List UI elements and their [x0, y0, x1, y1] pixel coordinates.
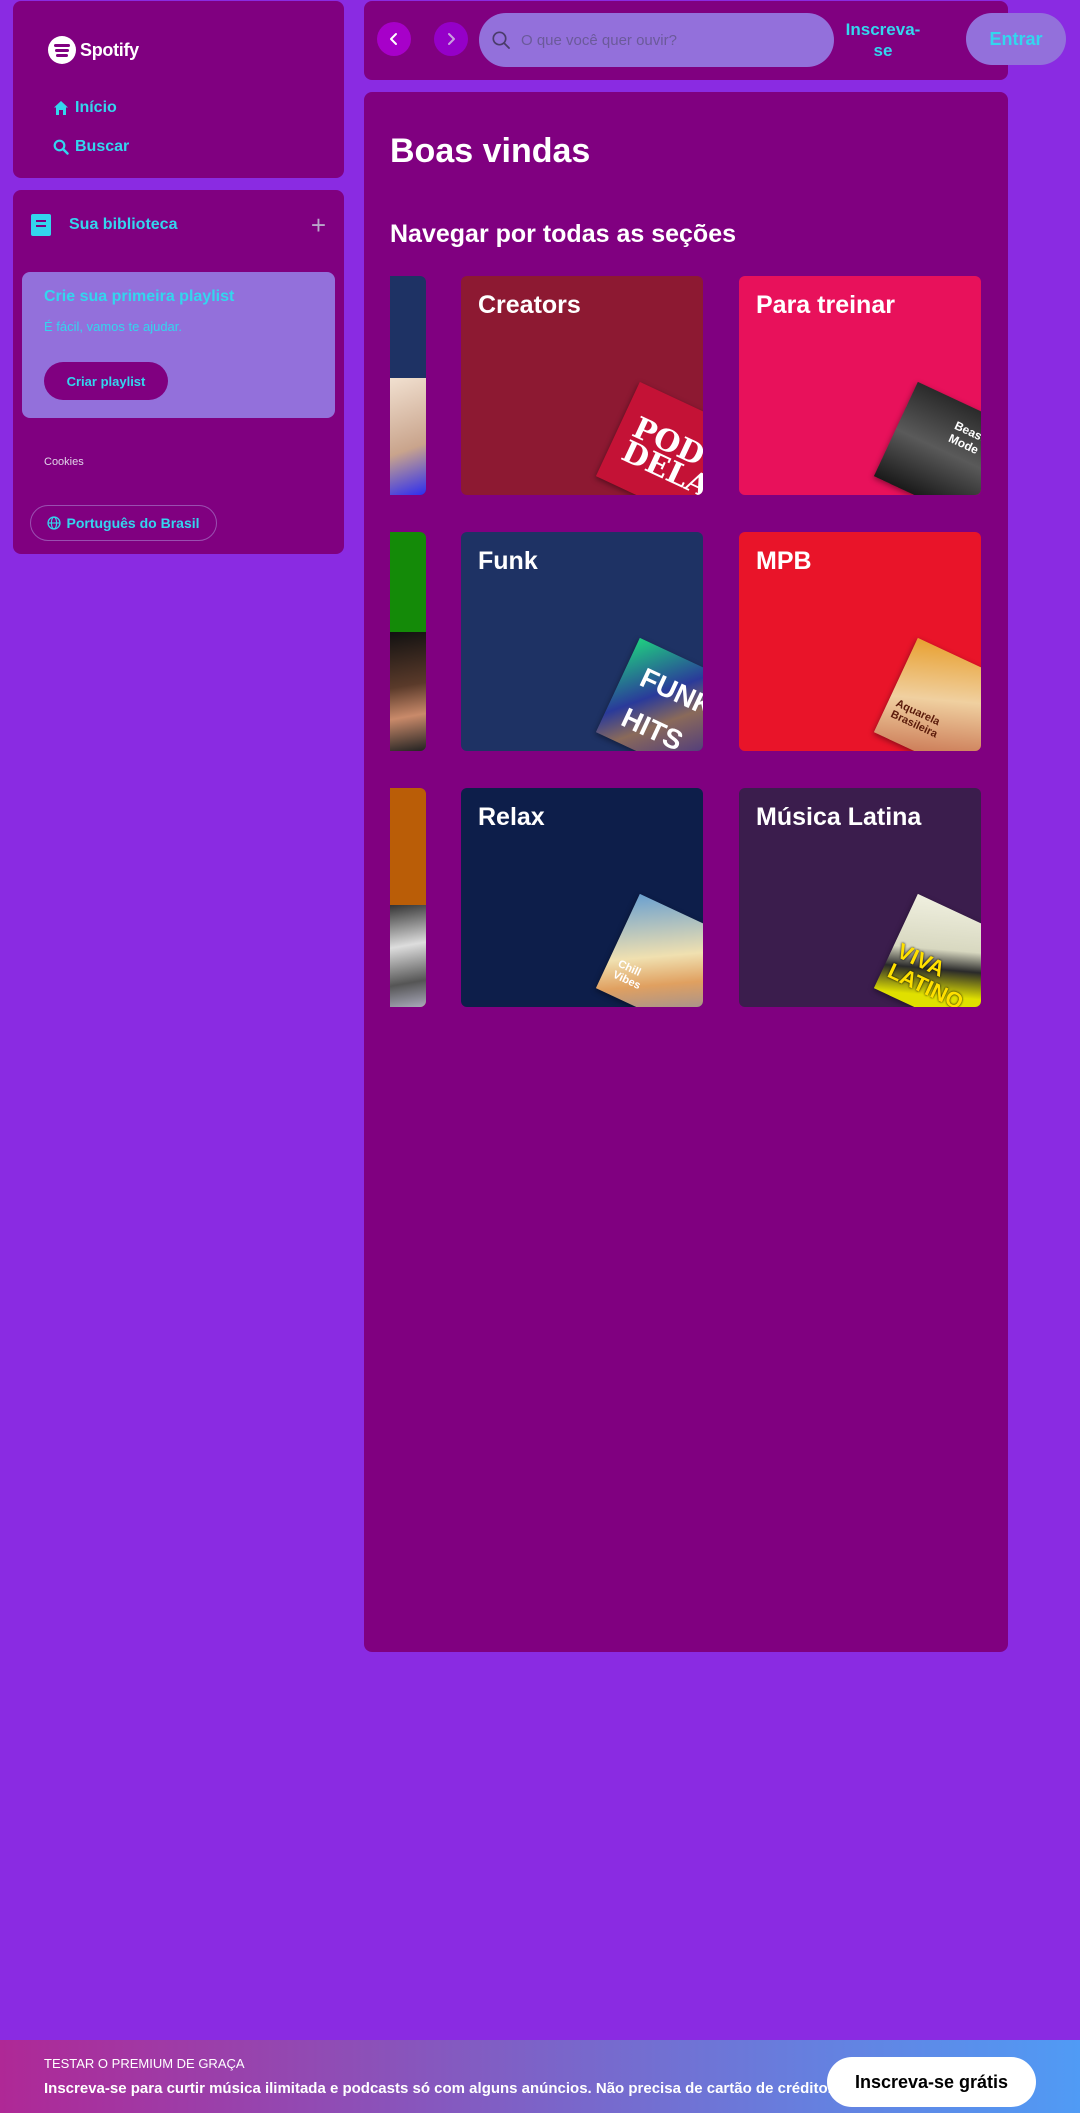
category-card-relax[interactable]: Relax Chill Vibes [461, 788, 703, 1007]
spotify-logo[interactable]: Spotify [48, 36, 139, 64]
category-card-partial[interactable] [390, 532, 426, 751]
language-button[interactable]: Português do Brasil [30, 505, 217, 541]
category-art: Chill Vibes [595, 893, 703, 1007]
nav-home-label: Início [75, 99, 117, 116]
language-label: Português do Brasil [66, 515, 200, 531]
category-card-creators[interactable]: Creators POD DELAS [461, 276, 703, 495]
category-art-text: Beast Mode [946, 418, 981, 457]
chevron-right-icon [448, 33, 455, 45]
category-card-para-treinar[interactable]: Para treinar Beast Mode [739, 276, 981, 495]
banner-text: Inscreva-se para curtir música ilimitada… [44, 2080, 832, 2097]
category-art [390, 905, 426, 1007]
search-input[interactable] [521, 31, 811, 49]
signup-link[interactable]: Inscreva-se [838, 19, 928, 61]
signup-free-button[interactable]: Inscreva-se grátis [827, 2057, 1036, 2107]
category-art: FUNK HITS [595, 637, 703, 751]
back-button[interactable] [377, 22, 411, 56]
nav-search[interactable]: Buscar [53, 138, 129, 156]
category-art-text: VIVA LATINO [883, 938, 968, 1007]
category-label: MPB [756, 547, 812, 575]
category-label: Funk [478, 547, 538, 575]
globe-icon [47, 516, 62, 530]
category-art [390, 378, 426, 495]
category-art: POD DELAS [595, 381, 703, 495]
category-art [390, 632, 426, 751]
create-playlist-button[interactable]: Criar playlist [44, 362, 168, 400]
forward-button[interactable] [434, 22, 468, 56]
category-label: Creators [478, 291, 581, 319]
premium-banner[interactable]: TESTAR O PREMIUM DE GRAÇA Inscreva-se pa… [0, 2040, 1080, 2113]
category-label: Relax [478, 803, 545, 831]
category-art: VIVA LATINO [873, 893, 981, 1007]
cookies-link[interactable]: Cookies [44, 456, 84, 468]
search-icon [492, 31, 510, 49]
banner-kicker: TESTAR O PREMIUM DE GRAÇA [44, 2056, 245, 2071]
category-art-text: Chill Vibes [610, 957, 643, 993]
create-playlist-title: Crie sua primeira playlist [44, 288, 235, 305]
page-title: Boas vindas [390, 132, 591, 170]
category-art-text: POD DELAS [616, 410, 703, 495]
library-button[interactable]: Sua biblioteca [31, 214, 177, 236]
library-title: Sua biblioteca [69, 216, 178, 233]
library-icon [31, 214, 51, 236]
sidebar-nav-panel: Spotify Início Buscar [13, 1, 344, 178]
category-label: Para treinar [756, 291, 895, 319]
create-playlist-card: Crie sua primeira playlist É fácil, vamo… [22, 272, 335, 418]
create-playlist-subtitle: É fácil, vamos te ajudar. [44, 319, 183, 334]
main-content: Boas vindas Navegar por todas as seções … [364, 92, 1008, 1652]
category-card-funk[interactable]: Funk FUNK HITS [461, 532, 703, 751]
search-icon [53, 139, 69, 155]
category-card-mpb[interactable]: MPB Aquarela Brasileira [739, 532, 981, 751]
category-art: Aquarela Brasileira [873, 637, 981, 751]
spotify-logo-icon [48, 36, 76, 64]
login-button[interactable]: Entrar [966, 13, 1066, 65]
library-panel: Sua biblioteca + Crie sua primeira playl… [13, 190, 344, 554]
nav-search-label: Buscar [75, 138, 130, 155]
category-art-text: Aquarela Brasileira [888, 697, 942, 741]
category-art-text: FUNK HITS [616, 661, 703, 751]
top-bar: Inscreva-se Entrar [364, 1, 1066, 80]
nav-home[interactable]: Início [53, 99, 117, 117]
section-title: Navegar por todas as seções [390, 220, 736, 248]
category-card-musica-latina[interactable]: Música Latina VIVA LATINO [739, 788, 981, 1007]
plus-icon[interactable]: + [311, 212, 326, 238]
category-label: Música Latina [756, 803, 922, 831]
category-card-partial[interactable] [390, 276, 426, 495]
category-art: Beast Mode [873, 381, 981, 495]
spotify-logo-text: Spotify [80, 39, 139, 60]
chevron-left-icon [390, 33, 397, 45]
search-bar[interactable] [479, 13, 834, 67]
home-icon [54, 101, 68, 115]
category-card-partial[interactable] [390, 788, 426, 1007]
